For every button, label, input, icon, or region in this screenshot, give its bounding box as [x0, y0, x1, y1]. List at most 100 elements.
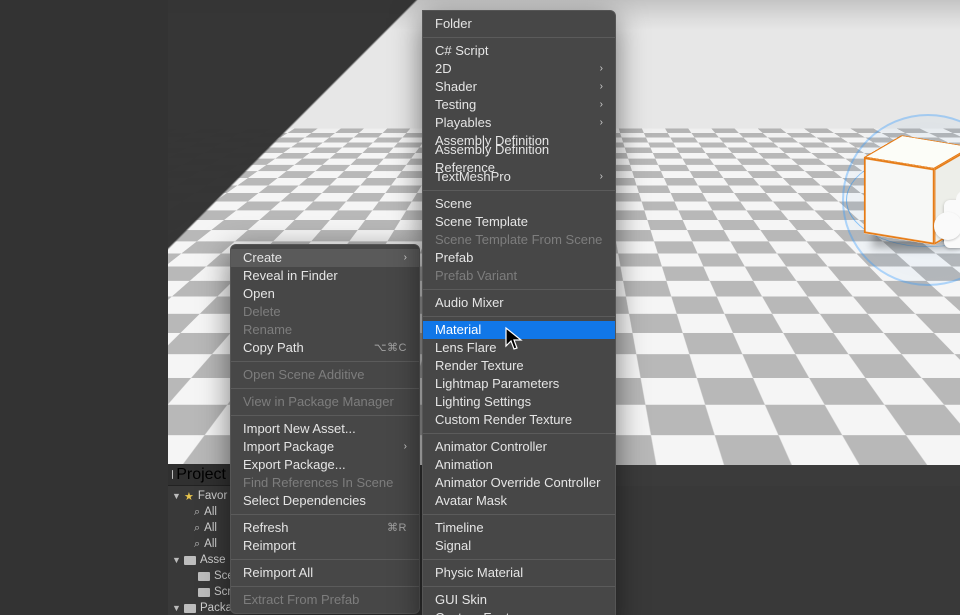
- menu-separator: [423, 586, 615, 587]
- menu-item-label: Copy Path: [243, 339, 304, 357]
- menu-item[interactable]: Audio Mixer: [423, 294, 615, 312]
- menu-item-label: Import Package: [243, 438, 334, 456]
- menu-item-label: Scene Template From Scene: [435, 231, 602, 249]
- menu-item[interactable]: Shader›: [423, 78, 615, 96]
- menu-separator: [423, 190, 615, 191]
- menu-separator: [231, 559, 419, 560]
- menu-item-label: Custom Render Texture: [435, 411, 572, 429]
- menu-item[interactable]: Folder: [423, 15, 615, 33]
- menu-item-label: Timeline: [435, 519, 484, 537]
- menu-item: Open Scene Additive: [231, 366, 419, 384]
- menu-item-label: Extract From Prefab: [243, 591, 359, 609]
- menu-item[interactable]: Create ›: [231, 249, 419, 267]
- menu-item[interactable]: Import Package ›: [231, 438, 419, 456]
- tree-label: Asse: [200, 554, 226, 566]
- create-submenu[interactable]: FolderC# Script2D›Shader›Testing›Playabl…: [422, 10, 616, 615]
- menu-item[interactable]: Select Dependencies: [231, 492, 419, 510]
- menu-item[interactable]: Material: [423, 321, 615, 339]
- menu-item[interactable]: Animator Controller: [423, 438, 615, 456]
- menu-item-label: Rename: [243, 321, 292, 339]
- menu-item[interactable]: Refresh⌘R: [231, 519, 419, 537]
- menu-item-label: Audio Mixer: [435, 294, 504, 312]
- menu-item[interactable]: Lens Flare: [423, 339, 615, 357]
- menu-item[interactable]: Custom Render Texture: [423, 411, 615, 429]
- menu-item[interactable]: Reveal in Finder: [231, 267, 419, 285]
- menu-item[interactable]: Open: [231, 285, 419, 303]
- menu-item-label: TextMeshPro: [435, 168, 511, 186]
- menu-separator: [423, 37, 615, 38]
- menu-item[interactable]: Scene Template: [423, 213, 615, 231]
- menu-item[interactable]: Physic Material: [423, 564, 615, 582]
- menu-item[interactable]: Signal: [423, 537, 615, 555]
- menu-item[interactable]: Playables ›: [423, 114, 615, 132]
- menu-item[interactable]: GUI Skin: [423, 591, 615, 609]
- menu-item-label: Delete: [243, 303, 281, 321]
- menu-item-label: Reimport All: [243, 564, 313, 582]
- chevron-right-icon: ›: [600, 114, 603, 132]
- menu-item-label: Lightmap Parameters: [435, 375, 559, 393]
- menu-separator: [423, 559, 615, 560]
- chevron-right-icon: ›: [600, 96, 603, 114]
- menu-item[interactable]: Custom Font: [423, 609, 615, 615]
- menu-separator: [231, 415, 419, 416]
- menu-item: Scene Template From Scene: [423, 231, 615, 249]
- selection-gizmo[interactable]: [848, 120, 960, 280]
- menu-item[interactable]: Avatar Mask: [423, 492, 615, 510]
- menu-item: View in Package Manager: [231, 393, 419, 411]
- root: Project + ▼★Favor⌕All⌕All⌕All▼AsseSceScr…: [0, 0, 960, 615]
- tree-label: All: [204, 506, 217, 518]
- menu-item-label: Export Package...: [243, 456, 346, 474]
- menu-item-label: Open: [243, 285, 275, 303]
- menu-item-label: GUI Skin: [435, 591, 487, 609]
- menu-item[interactable]: C# Script: [423, 42, 615, 60]
- menu-item-label: Animation: [435, 456, 493, 474]
- menu-item-label: Lens Flare: [435, 339, 496, 357]
- project-tab-label[interactable]: Project: [176, 466, 226, 484]
- menu-item[interactable]: Testing›: [423, 96, 615, 114]
- menu-item-label: View in Package Manager: [243, 393, 394, 411]
- menu-item[interactable]: Reimport: [231, 537, 419, 555]
- menu-item[interactable]: Assembly Definition Reference: [423, 150, 615, 168]
- menu-item[interactable]: Scene: [423, 195, 615, 213]
- menu-item[interactable]: Import New Asset...: [231, 420, 419, 438]
- menu-item-label: Open Scene Additive: [243, 366, 364, 384]
- menu-item-label: Physic Material: [435, 564, 523, 582]
- menu-item-label: Create: [243, 249, 282, 267]
- menu-item-label: Avatar Mask: [435, 492, 507, 510]
- menu-item-label: Custom Font: [435, 609, 509, 615]
- menu-item-label: Render Texture: [435, 357, 524, 375]
- menu-item: Extract From Prefab: [231, 591, 419, 609]
- menu-item-label: Reimport: [243, 537, 296, 555]
- menu-item[interactable]: Animation: [423, 456, 615, 474]
- chevron-right-icon: ›: [404, 438, 407, 456]
- menu-item: Find References In Scene: [231, 474, 419, 492]
- menu-item[interactable]: 2D›: [423, 60, 615, 78]
- menu-item[interactable]: Export Package...: [231, 456, 419, 474]
- menu-separator: [231, 388, 419, 389]
- menu-item-label: Animator Override Controller: [435, 474, 600, 492]
- chevron-right-icon: ›: [404, 249, 407, 267]
- menu-item[interactable]: Prefab: [423, 249, 615, 267]
- menu-item[interactable]: Render Texture: [423, 357, 615, 375]
- menu-item[interactable]: Copy Path⌥⌘C: [231, 339, 419, 357]
- menu-item-label: Scene Template: [435, 213, 528, 231]
- menu-item[interactable]: Reimport All: [231, 564, 419, 582]
- menu-item[interactable]: Lightmap Parameters: [423, 375, 615, 393]
- menu-item-label: Animator Controller: [435, 438, 547, 456]
- context-menu[interactable]: Create›Reveal in FinderOpenDeleteRenameC…: [230, 244, 420, 614]
- tree-label: Scr: [214, 586, 231, 598]
- menu-item-label: Playables: [435, 114, 491, 132]
- menu-item-label: Shader: [435, 78, 477, 96]
- camera-icon: [944, 200, 960, 248]
- left-gutter: [0, 0, 168, 615]
- chevron-right-icon: ›: [600, 60, 603, 78]
- menu-separator: [231, 361, 419, 362]
- menu-item[interactable]: Timeline: [423, 519, 615, 537]
- menu-item: Delete: [231, 303, 419, 321]
- menu-item[interactable]: Lighting Settings: [423, 393, 615, 411]
- menu-item[interactable]: Animator Override Controller: [423, 474, 615, 492]
- menu-item: Prefab Variant: [423, 267, 615, 285]
- menu-item-label: Refresh: [243, 519, 289, 537]
- tree-label: Favor: [198, 490, 227, 502]
- project-tab-bar: Project: [168, 464, 230, 486]
